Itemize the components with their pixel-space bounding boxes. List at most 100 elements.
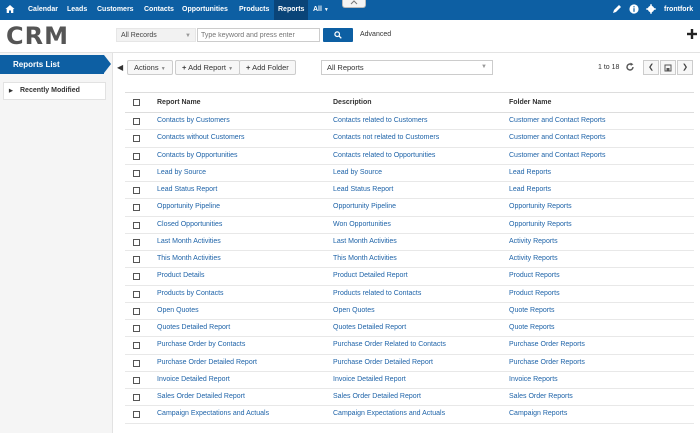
report-description[interactable]: Purchase Order Detailed Report	[333, 359, 433, 366]
nav-leads[interactable]: Leads	[67, 0, 87, 20]
search-input[interactable]	[197, 28, 320, 42]
row-checkbox[interactable]	[133, 152, 140, 160]
report-description[interactable]: Sales Order Detailed Report	[333, 393, 421, 400]
folder-name-link[interactable]: Product Reports	[509, 272, 560, 279]
report-name-link[interactable]: Open Quotes	[157, 307, 199, 314]
report-name-link[interactable]: Products by Contacts	[157, 290, 224, 297]
collapse-sidebar-icon[interactable]: ◀	[117, 63, 123, 72]
add-report-button[interactable]: + Add Report ▼	[175, 60, 241, 75]
nav-all[interactable]: All ▼	[313, 0, 329, 20]
folder-name-link[interactable]: Lead Reports	[509, 186, 551, 193]
row-checkbox[interactable]	[133, 273, 140, 281]
report-name-link[interactable]: Lead by Source	[157, 169, 206, 176]
previous-page-button[interactable]: ❮	[643, 60, 659, 75]
folder-name-link[interactable]: Customer and Contact Reports	[509, 117, 606, 124]
nav-opportunities[interactable]: Opportunities	[182, 0, 228, 20]
row-checkbox[interactable]	[133, 204, 140, 212]
nav-calendar[interactable]: Calendar	[28, 0, 58, 20]
report-name-link[interactable]: Opportunity Pipeline	[157, 203, 220, 210]
row-checkbox[interactable]	[133, 307, 140, 315]
folder-name-link[interactable]: Opportunity Reports	[509, 221, 572, 228]
table-row[interactable]: Purchase Order Detailed Report Purchase O…	[125, 355, 694, 372]
folder-name-link[interactable]: Purchase Order Reports	[509, 341, 585, 348]
table-row[interactable]: Lead Status Report Lead Status Report Lead…	[125, 182, 694, 200]
report-description[interactable]: Last Month Activities	[333, 238, 397, 245]
folder-name-link[interactable]: Customer and Contact Reports	[509, 152, 606, 159]
table-row[interactable]: Last Month Activities Last Month Activiti…	[125, 234, 694, 251]
folder-name-link[interactable]: Campaign Reports	[509, 410, 567, 417]
report-name-link[interactable]: Closed Opportunities	[157, 221, 222, 228]
column-folder-name[interactable]: Folder Name	[509, 99, 551, 106]
nav-customers[interactable]: Customers	[97, 0, 134, 20]
page-jump-button[interactable]	[660, 60, 676, 75]
search-button[interactable]	[323, 28, 353, 42]
gear-icon[interactable]	[646, 4, 656, 14]
add-folder-button[interactable]: + Add Folder	[239, 60, 296, 75]
report-description[interactable]: Products related to Contacts	[333, 290, 421, 297]
plus-icon[interactable]	[686, 28, 698, 40]
report-name-link[interactable]: Contacts without Customers	[157, 134, 245, 141]
row-checkbox[interactable]	[133, 169, 140, 177]
folder-name-link[interactable]: Activity Reports	[509, 255, 558, 262]
table-row[interactable]: Closed Opportunities Won Opportunities Opp…	[125, 217, 694, 234]
row-checkbox[interactable]	[133, 221, 140, 229]
table-row[interactable]: Campaign Expectations and Actuals Campaig…	[125, 406, 694, 424]
report-name-link[interactable]: This Month Activities	[157, 255, 221, 262]
info-icon[interactable]	[629, 4, 639, 14]
report-name-link[interactable]: Contacts by Customers	[157, 117, 230, 124]
nav-products[interactable]: Products	[239, 0, 269, 20]
folder-name-link[interactable]: Product Reports	[509, 290, 560, 297]
folder-name-link[interactable]: Activity Reports	[509, 238, 558, 245]
column-report-name[interactable]: Report Name	[157, 99, 201, 106]
table-row[interactable]: Purchase Order by Contacts Purchase Order…	[125, 337, 694, 355]
report-name-link[interactable]: Last Month Activities	[157, 238, 221, 245]
row-checkbox[interactable]	[133, 290, 140, 298]
row-checkbox[interactable]	[133, 359, 140, 367]
refresh-icon[interactable]	[625, 62, 635, 72]
report-name-link[interactable]: Invoice Detailed Report	[157, 376, 230, 383]
folder-name-link[interactable]: Customer and Contact Reports	[509, 134, 606, 141]
row-checkbox[interactable]	[133, 325, 140, 332]
report-description[interactable]: Quotes Detailed Report	[333, 324, 406, 331]
folder-name-link[interactable]: Opportunity Reports	[509, 203, 572, 210]
table-row[interactable]: Open Quotes Open Quotes Quote Reports	[125, 303, 694, 320]
report-name-link[interactable]: Product Details	[157, 272, 204, 279]
folder-name-link[interactable]: Invoice Reports	[509, 376, 558, 383]
report-description[interactable]: Purchase Order Related to Contacts	[333, 341, 446, 348]
folder-filter-select[interactable]: All Reports ▼	[321, 60, 493, 75]
select-all-checkbox[interactable]	[133, 99, 140, 106]
table-row[interactable]: This Month Activities This Month Activiti…	[125, 251, 694, 269]
report-name-link[interactable]: Campaign Expectations and Actuals	[157, 410, 269, 417]
folder-name-link[interactable]: Quote Reports	[509, 324, 555, 331]
report-name-link[interactable]: Purchase Order Detailed Report	[157, 359, 257, 366]
report-description[interactable]: Contacts related to Opportunities	[333, 152, 435, 159]
row-checkbox[interactable]	[133, 376, 140, 384]
row-checkbox[interactable]	[133, 256, 140, 263]
folder-name-link[interactable]: Lead Reports	[509, 169, 551, 176]
crm-logo[interactable]: CRM	[6, 23, 76, 47]
row-checkbox[interactable]	[133, 411, 140, 419]
row-checkbox[interactable]	[133, 187, 140, 194]
report-description[interactable]: Campaign Expectations and Actuals	[333, 410, 445, 417]
header-toggle-tab[interactable]	[342, 0, 366, 8]
folder-name-link[interactable]: Quote Reports	[509, 307, 555, 314]
search-scope-select[interactable]: All Records ▼	[116, 28, 196, 42]
row-checkbox[interactable]	[133, 118, 140, 125]
report-description[interactable]: Contacts related to Customers	[333, 117, 428, 124]
report-description[interactable]: Opportunity Pipeline	[333, 203, 396, 210]
report-description[interactable]: Invoice Detailed Report	[333, 376, 406, 383]
report-description[interactable]: Lead Status Report	[333, 186, 393, 193]
nav-reports[interactable]: Reports	[274, 0, 309, 20]
column-description[interactable]: Description	[333, 99, 372, 106]
table-row[interactable]: Contacts by Customers Contacts related to…	[125, 113, 694, 131]
report-description[interactable]: This Month Activities	[333, 255, 397, 262]
table-row[interactable]: Lead by Source Lead by Source Lead Reports	[125, 165, 694, 182]
report-description[interactable]: Contacts not related to Customers	[333, 134, 439, 141]
advanced-search-link[interactable]: Advanced	[360, 28, 391, 42]
row-checkbox[interactable]	[133, 342, 140, 350]
row-checkbox[interactable]	[133, 394, 140, 401]
home-icon[interactable]	[5, 4, 15, 14]
report-name-link[interactable]: Contacts by Opportunities	[157, 152, 238, 159]
sidebar-item-recently-modified[interactable]: ▶ Recently Modified	[3, 82, 106, 100]
report-name-link[interactable]: Purchase Order by Contacts	[157, 341, 245, 348]
